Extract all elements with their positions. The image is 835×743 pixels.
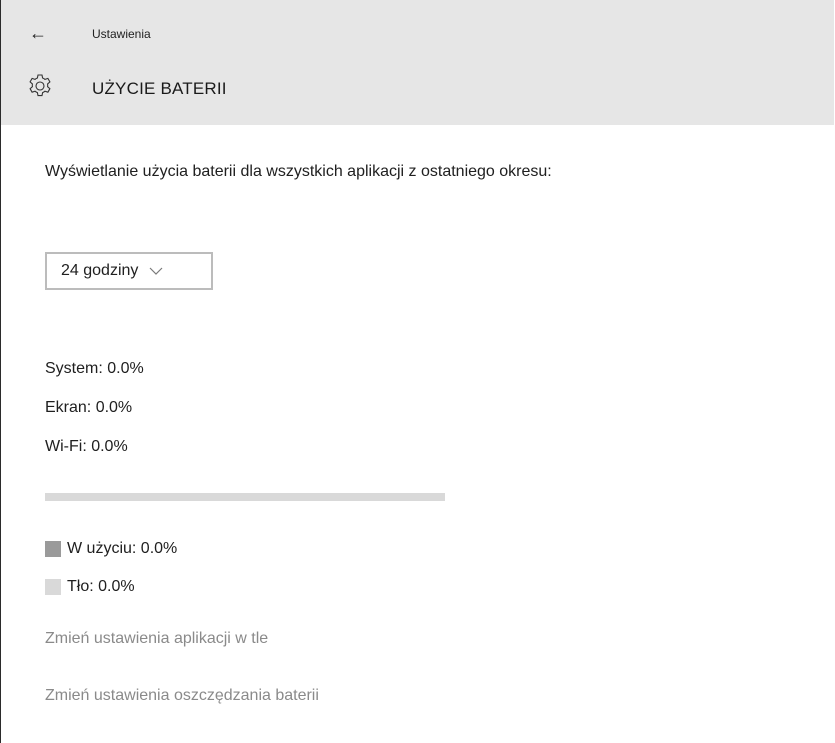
period-dropdown-value: 24 godziny xyxy=(61,262,139,279)
background-swatch xyxy=(45,579,61,595)
page-heading: UŻYCIE BATERII xyxy=(1,70,834,110)
legend-background-label: Tło: 0.0% xyxy=(67,578,135,595)
in-use-swatch xyxy=(45,541,61,557)
legend-in-use-label: W użyciu: 0.0% xyxy=(67,540,178,557)
background-apps-settings-link[interactable]: Zmień ustawienia aplikacji w tle xyxy=(45,626,319,683)
page-title: UŻYCIE BATERII xyxy=(92,79,227,98)
usage-legend: W użyciu: 0.0% Tło: 0.0% xyxy=(45,530,177,606)
usage-stats: System: 0.0% Ekran: 0.0% Wi-Fi: 0.0% xyxy=(45,356,144,473)
header: ← Ustawienia UŻYCIE BATERII xyxy=(1,0,834,125)
stat-system: System: 0.0% xyxy=(45,360,144,377)
chevron-down-icon xyxy=(149,267,163,275)
legend-in-use: W użyciu: 0.0% xyxy=(45,530,177,568)
period-description: Wyświetlanie użycia baterii dla wszystki… xyxy=(45,163,552,180)
battery-saver-settings-link[interactable]: Zmień ustawienia oszczędzania baterii xyxy=(45,683,319,740)
app-title: Ustawienia xyxy=(92,27,151,41)
usage-bar xyxy=(45,493,445,501)
titlebar: ← Ustawienia xyxy=(1,0,834,68)
gear-icon xyxy=(29,74,51,97)
back-button[interactable]: ← xyxy=(23,18,53,48)
back-arrow-icon: ← xyxy=(29,22,47,43)
legend-background: Tło: 0.0% xyxy=(45,568,177,606)
main-content: Wyświetlanie użycia baterii dla wszystki… xyxy=(45,160,685,704)
stat-screen: Ekran: 0.0% xyxy=(45,399,133,416)
period-dropdown[interactable]: 24 godziny xyxy=(45,252,213,290)
settings-window: ← Ustawienia UŻYCIE BATERII Wyświetlanie… xyxy=(0,0,834,743)
settings-links: Zmień ustawienia aplikacji w tle Zmień u… xyxy=(45,626,319,740)
stat-wifi: Wi-Fi: 0.0% xyxy=(45,438,128,455)
